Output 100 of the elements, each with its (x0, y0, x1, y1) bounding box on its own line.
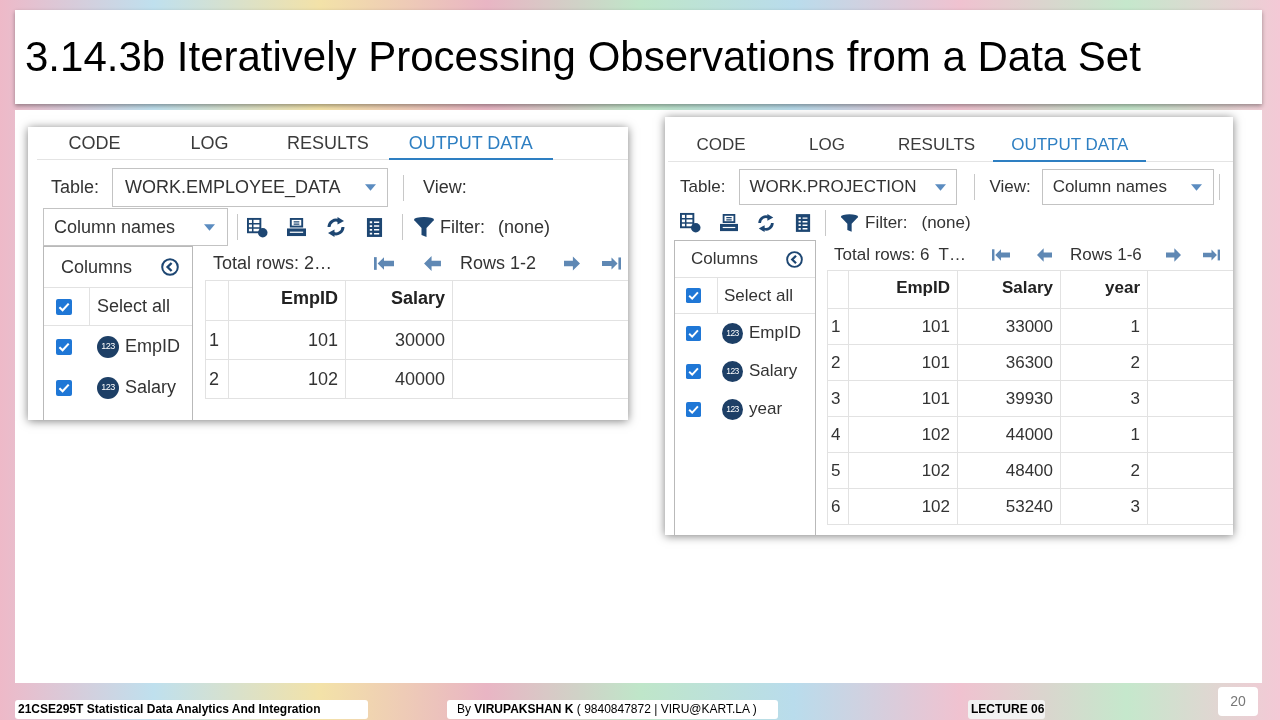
table-dropdown[interactable]: WORK.EMPLOYEE_DATA (112, 168, 389, 207)
printer-icon[interactable] (719, 213, 739, 232)
table-cell: 2 (1060, 344, 1148, 381)
numeric-type-badge: 123 (97, 376, 119, 399)
arrow-left-icon[interactable] (424, 255, 441, 271)
arrow-left-icon[interactable] (1037, 248, 1052, 262)
column-header[interactable]: EmpID (228, 280, 346, 321)
table-cell: 36300 (957, 344, 1061, 381)
table-cell: 3 (1060, 488, 1148, 525)
filter-icon[interactable] (413, 216, 435, 238)
view-label: View: (423, 176, 467, 199)
checkbox[interactable] (56, 379, 72, 396)
total-rows-text: Total rows: 6 T… (834, 244, 967, 267)
column-name[interactable]: year (749, 396, 783, 422)
row-number: 2 (827, 344, 849, 381)
table-cell: 3 (1060, 380, 1148, 417)
table-cell: 102 (848, 416, 958, 453)
tab[interactable]: OUTPUT DATA (388, 129, 553, 160)
list-icon[interactable] (366, 216, 383, 238)
table-cell: 102 (848, 452, 958, 489)
row-number: 5 (827, 452, 849, 489)
column-name[interactable]: EmpID (125, 333, 180, 360)
lecture-number: LECTURE 06 (968, 700, 1045, 719)
printer-icon[interactable] (286, 217, 307, 237)
refresh-icon[interactable] (756, 212, 776, 233)
tab[interactable]: CODE (37, 129, 152, 160)
collapse-icon[interactable] (786, 250, 803, 268)
tab[interactable]: CODE (668, 129, 774, 162)
table-cell: 101 (228, 320, 346, 360)
filter-value: (none) (921, 211, 971, 234)
table-cell: 44000 (957, 416, 1061, 453)
column-header[interactable]: Salary (957, 270, 1061, 309)
checkbox[interactable] (56, 298, 72, 315)
checkbox[interactable] (686, 363, 701, 379)
page-number: 20 (1218, 687, 1258, 716)
column-name[interactable]: EmpID (749, 320, 801, 346)
column-name[interactable]: Salary (749, 358, 798, 384)
checkbox[interactable] (56, 338, 72, 355)
collapse-icon[interactable] (161, 258, 179, 276)
total-rows-text: Total rows: 2… (213, 251, 334, 275)
checkbox[interactable] (686, 288, 701, 303)
author-credit: By VIRUPAKSHAN K ( 9840847872 | VIRU@KART.LA ) (447, 700, 778, 719)
row-number: 4 (827, 416, 849, 453)
table-cell: 53240 (957, 488, 1061, 525)
list-icon[interactable] (795, 212, 811, 233)
table-cell: 2 (1060, 452, 1148, 489)
select-all-label[interactable]: Select all (90, 288, 171, 325)
view-dropdown[interactable]: Column names (1041, 169, 1214, 205)
table-gear-icon[interactable] (680, 212, 701, 233)
rows-range-text: Rows 1-6 (1070, 244, 1143, 267)
numeric-type-badge: 123 (722, 322, 743, 344)
arrow-right-icon[interactable] (1166, 248, 1181, 262)
row-number: 6 (827, 488, 849, 525)
tab[interactable]: RESULTS (267, 129, 389, 160)
last-page-icon[interactable] (1203, 248, 1220, 262)
first-page-icon[interactable] (374, 255, 394, 271)
tab[interactable]: LOG (774, 129, 880, 162)
column-header[interactable]: Salary (345, 280, 453, 321)
last-page-icon[interactable] (602, 255, 621, 271)
table-cell: 101 (848, 380, 958, 417)
filter-label: Filter: (865, 211, 908, 234)
table-cell: 1 (1060, 308, 1148, 345)
table-label: Table: (51, 176, 100, 199)
tab[interactable]: LOG (152, 129, 267, 160)
view-label: View: (989, 176, 1031, 199)
table-cell: 33000 (957, 308, 1061, 345)
row-number: 1 (205, 320, 229, 360)
tab[interactable]: RESULTS (880, 129, 994, 162)
table-label: Table: (680, 176, 726, 199)
column-name[interactable]: Salary (125, 374, 177, 401)
table-cell: 101 (848, 308, 958, 345)
table-dropdown[interactable]: WORK.PROJECTION (739, 169, 958, 205)
view-dropdown[interactable]: Column names (43, 208, 228, 246)
filter-icon[interactable] (840, 212, 859, 233)
table-gear-icon[interactable] (247, 216, 268, 238)
table-cell: 39930 (957, 380, 1061, 417)
numeric-type-badge: 123 (97, 335, 119, 358)
caret-icon (365, 184, 377, 191)
columns-pane-title: Columns (61, 255, 133, 279)
checkbox[interactable] (686, 325, 701, 341)
first-page-icon[interactable] (992, 248, 1010, 262)
columns-pane-title: Columns (691, 248, 759, 271)
checkbox[interactable] (686, 401, 701, 417)
table-cell: 30000 (345, 320, 453, 360)
course-title: 21CSE295T Statistical Data Analytics And Integration (15, 700, 368, 719)
table-cell: 40000 (345, 359, 453, 399)
caret-icon (935, 183, 947, 191)
tab[interactable]: OUTPUT DATA (993, 129, 1147, 162)
arrow-right-icon[interactable] (564, 255, 580, 271)
column-header[interactable]: EmpID (848, 270, 958, 309)
select-all-label[interactable]: Select all (718, 278, 793, 313)
numeric-type-badge: 123 (722, 360, 743, 382)
column-header[interactable]: year (1060, 270, 1148, 309)
row-number: 3 (827, 380, 849, 417)
table-cell: 102 (228, 359, 346, 399)
filter-label: Filter: (440, 215, 485, 239)
rows-range-text: Rows 1-2 (460, 251, 538, 275)
refresh-icon[interactable] (325, 216, 347, 238)
slide-title: 3.14.3b Iteratively Processing Observations from a Data Set (25, 32, 1141, 82)
row-number: 1 (827, 308, 849, 345)
